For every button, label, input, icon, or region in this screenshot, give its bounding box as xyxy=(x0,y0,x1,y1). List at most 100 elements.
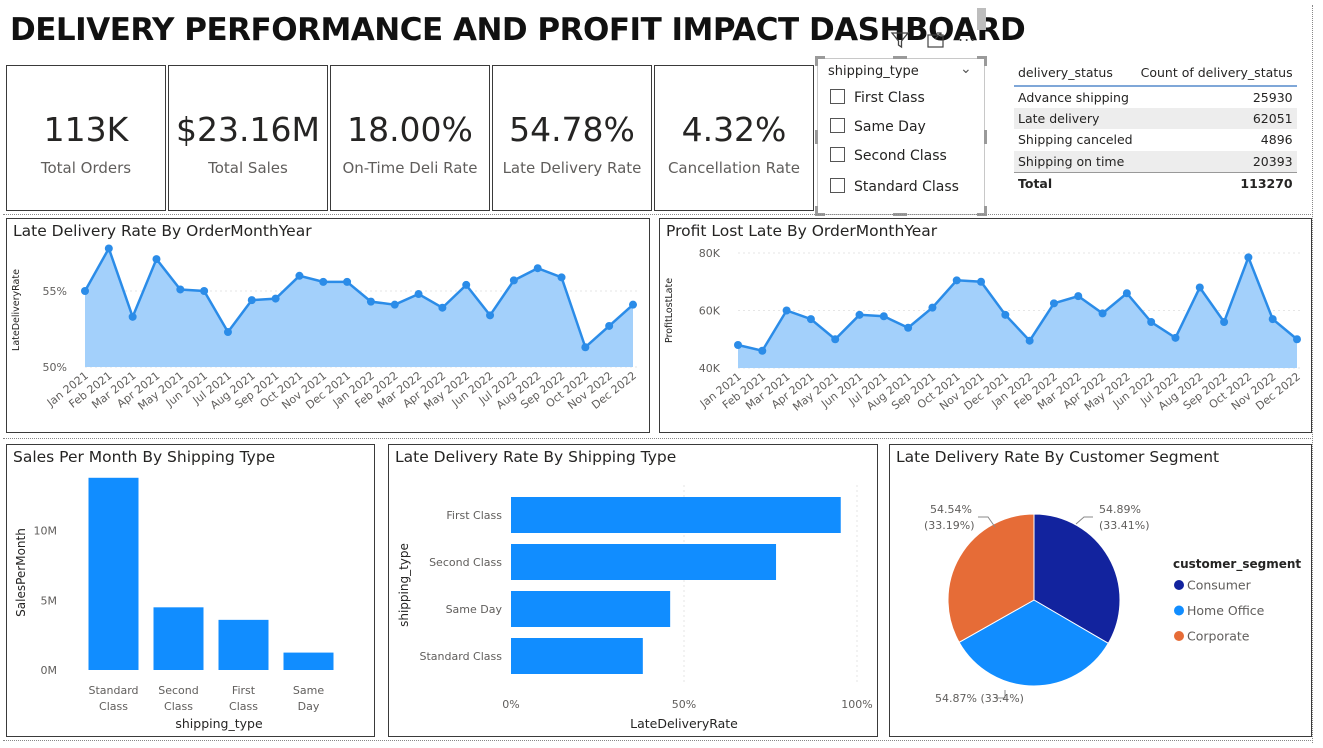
table-cell: Advance shipping xyxy=(1018,89,1129,105)
kpi-label: Late Delivery Rate xyxy=(502,159,642,177)
bar xyxy=(153,607,204,670)
data-point xyxy=(1098,309,1107,318)
data-point xyxy=(904,323,913,332)
x-tick-label: First xyxy=(232,684,256,697)
late-rate-shipping-chart: 0% 50% 100% LateDeliveryRate shipping_type Fi… xyxy=(397,485,873,731)
slicer-option-same-day[interactable]: Same Day xyxy=(830,118,926,135)
sales-by-shipping-visual[interactable]: Sales Per Month By Shipping Type 0M 5M 10M… xyxy=(6,444,375,737)
resize-handle[interactable] xyxy=(893,56,907,59)
scrollbar-thumb[interactable] xyxy=(977,8,986,30)
checkbox[interactable] xyxy=(830,89,845,104)
late-rate-shipping-visual[interactable]: Late Delivery Rate By Shipping Type 0% 50… xyxy=(388,444,878,737)
table-cell: 4896 xyxy=(1260,132,1293,148)
table-total-row: Total 113270 xyxy=(1014,171,1297,194)
table-row[interactable]: Shipping canceled 4896 xyxy=(1014,129,1297,151)
more-options-icon[interactable]: ... xyxy=(958,26,976,45)
data-point xyxy=(782,306,791,315)
x-tick-label: 0% xyxy=(502,698,519,711)
y-tick-label: Second Class xyxy=(429,556,502,569)
checkbox[interactable] xyxy=(830,147,845,162)
table-header[interactable]: delivery_status xyxy=(1014,60,1137,87)
data-point xyxy=(1122,289,1131,298)
data-point xyxy=(81,287,89,295)
shipping-type-slicer[interactable]: shipping_type ⌄ First Class Same Day Sec… xyxy=(817,58,985,215)
slicer-option-label: First Class xyxy=(854,90,925,106)
filter-icon[interactable] xyxy=(890,30,910,50)
data-point xyxy=(223,328,232,337)
kpi-card-total-orders[interactable]: 113K Total Orders xyxy=(6,65,166,211)
x-axis-title: LateDeliveryRate xyxy=(630,716,738,731)
data-point xyxy=(319,277,328,286)
slicer-option-label: Same Day xyxy=(854,119,926,135)
data-point xyxy=(855,310,864,319)
canvas-guide xyxy=(3,214,1313,215)
area-fill xyxy=(85,248,633,367)
data-point xyxy=(605,321,614,330)
kpi-label: Total Orders xyxy=(40,159,132,177)
data-point xyxy=(1268,315,1277,324)
data-point xyxy=(1220,318,1229,326)
chevron-down-icon[interactable]: ⌄ xyxy=(960,61,972,77)
sales-by-shipping-chart: 0M 5M 10M SalesPerMonth Standard Class Second C… xyxy=(14,477,334,731)
data-point xyxy=(343,277,352,286)
checkbox[interactable] xyxy=(830,118,845,133)
bar xyxy=(283,652,334,670)
y-tick-label: 0M xyxy=(41,664,58,677)
kpi-value: $23.16M xyxy=(176,110,320,149)
table-row[interactable]: Shipping on time 20393 xyxy=(1014,150,1297,172)
legend-marker xyxy=(1174,605,1184,616)
data-label: 54.87% (33.4%) xyxy=(935,692,1024,705)
area-fill xyxy=(738,257,1297,368)
profit-lost-month-visual[interactable]: Profit Lost Late By OrderMonthYear 40K 60… xyxy=(659,218,1312,433)
data-point xyxy=(366,297,375,306)
table-row[interactable]: Late delivery 62051 xyxy=(1014,107,1297,129)
data-point xyxy=(295,271,304,280)
data-point xyxy=(486,311,495,320)
data-label: (33.41%) xyxy=(1099,519,1150,532)
table-cell: Shipping canceled xyxy=(1018,132,1133,148)
bar xyxy=(511,638,643,674)
x-tick-label: Second xyxy=(158,684,198,697)
data-point xyxy=(1147,318,1156,326)
checkbox[interactable] xyxy=(830,178,845,193)
table-cell: Total xyxy=(1014,171,1137,194)
data-point xyxy=(438,303,447,312)
data-point xyxy=(1025,336,1034,345)
table-header[interactable]: Count of delivery_status xyxy=(1136,60,1297,87)
late-rate-segment-visual[interactable]: Late Delivery Rate By Customer Segment 5… xyxy=(889,444,1312,737)
kpi-card-cancellation-rate[interactable]: 4.32% Cancellation Rate xyxy=(654,65,814,211)
y-axis-title: ProfitLostLate xyxy=(664,278,675,343)
focus-mode-icon[interactable] xyxy=(926,32,946,50)
y-tick-label: 55% xyxy=(43,285,67,298)
kpi-card-total-sales[interactable]: $23.16M Total Sales xyxy=(168,65,328,211)
slicer-option-second-class[interactable]: Second Class xyxy=(830,147,947,164)
kpi-card-on-time-rate[interactable]: 18.00% On-Time Deli Rate xyxy=(330,65,490,211)
bar xyxy=(511,497,841,533)
slicer-option-standard-class[interactable]: Standard Class xyxy=(830,178,959,195)
table-row[interactable]: Advance shipping 25930 xyxy=(1014,86,1297,108)
kpi-value: 113K xyxy=(43,110,129,149)
data-point xyxy=(629,300,637,309)
resize-handle[interactable] xyxy=(815,56,818,66)
slicer-option-first-class[interactable]: First Class xyxy=(830,89,925,106)
data-point xyxy=(128,312,137,321)
data-point xyxy=(247,296,256,305)
x-tick-label: Standard xyxy=(88,684,138,697)
table-cell: 113270 xyxy=(1136,171,1297,194)
slicer-header: shipping_type xyxy=(828,64,919,79)
y-tick-label: Same Day xyxy=(446,603,503,616)
kpi-value: 18.00% xyxy=(347,110,473,149)
x-axis-title: shipping_type xyxy=(175,716,263,731)
kpi-card-late-rate[interactable]: 54.78% Late Delivery Rate xyxy=(492,65,652,211)
legend-marker xyxy=(1174,580,1184,590)
canvas-guide xyxy=(3,740,1313,741)
late-rate-month-visual[interactable]: Late Delivery Rate By OrderMonthYear 50%… xyxy=(6,218,650,433)
y-tick-label: 80K xyxy=(699,247,721,260)
profit-lost-month-chart: 40K60K80KProfitLostLateJan 2021Feb 2021M… xyxy=(664,247,1303,414)
data-point xyxy=(928,303,937,312)
resize-handle[interactable] xyxy=(984,56,987,66)
resize-handle[interactable] xyxy=(984,130,987,144)
y-tick-label: 5M xyxy=(41,594,58,607)
resize-handle[interactable] xyxy=(815,130,818,144)
legend-label: Corporate xyxy=(1187,629,1250,644)
